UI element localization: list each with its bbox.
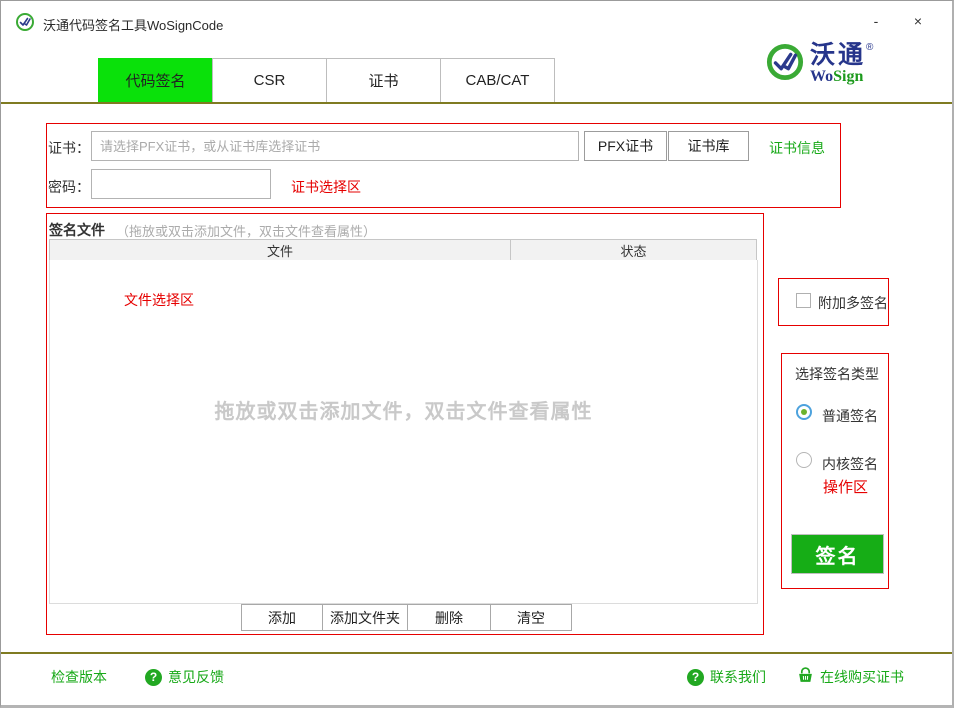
delete-button[interactable]: 删除: [407, 604, 491, 631]
window-title: 沃通代码签名工具WoSignCode: [43, 15, 223, 34]
contact-us-label: 联系我们: [710, 667, 766, 687]
logo-en-wo: Wo: [810, 68, 833, 85]
add-file-button[interactable]: 添加: [241, 604, 323, 631]
radio-kernel-sign-label: 内核签名: [822, 454, 878, 474]
buy-cert-label: 在线购买证书: [820, 667, 904, 687]
question-icon: ?: [687, 669, 704, 686]
cert-input[interactable]: [91, 131, 579, 161]
file-table-header: 文件 状态: [49, 239, 758, 261]
radio-normal-sign-label: 普通签名: [822, 406, 878, 426]
feedback-link[interactable]: ? 意见反馈: [145, 667, 224, 687]
logo-registered-mark: ®: [866, 42, 873, 53]
wosign-logo: 沃通® WoSign: [766, 43, 873, 86]
contact-us-link[interactable]: ? 联系我们: [687, 667, 766, 687]
cert-store-button[interactable]: 证书库: [668, 131, 749, 161]
footer-divider: [1, 652, 954, 654]
wosign-logo-text: 沃通® WoSign: [810, 43, 873, 85]
shopping-basket-icon: [797, 667, 814, 687]
password-label: 密码：: [48, 177, 90, 197]
tab-csr[interactable]: CSR: [212, 58, 327, 103]
cert-label: 证书：: [48, 138, 90, 158]
empty-list-hint: 拖放或双击添加文件，双击文件查看属性: [49, 395, 758, 424]
question-icon: ?: [145, 669, 162, 686]
file-section-title: 签名文件: [49, 220, 105, 240]
buy-cert-link[interactable]: 在线购买证书: [797, 667, 904, 687]
multi-sign-checkbox[interactable]: [796, 293, 811, 308]
tab-cab-cat[interactable]: CAB/CAT: [440, 58, 555, 103]
file-button-row: 添加 添加文件夹 删除 清空: [241, 604, 572, 631]
close-button[interactable]: ×: [901, 9, 935, 33]
operation-area-note: 操作区: [823, 476, 868, 497]
clear-button[interactable]: 清空: [490, 604, 572, 631]
pfx-cert-button[interactable]: PFX证书: [584, 131, 667, 161]
app-window: 沃通代码签名工具WoSignCode - × 代码签名 CSR 证书 CAB/C…: [0, 0, 954, 708]
logo-cn-text: 沃通: [810, 41, 866, 69]
title-bar: 沃通代码签名工具WoSignCode - ×: [1, 1, 952, 46]
logo-en-sign: Sign: [833, 68, 863, 85]
multi-sign-label: 附加多签名: [818, 293, 888, 313]
radio-kernel-sign[interactable]: [796, 452, 812, 468]
file-area-note: 文件选择区: [124, 290, 194, 310]
feedback-label: 意见反馈: [168, 667, 224, 687]
add-folder-button[interactable]: 添加文件夹: [322, 604, 408, 631]
sign-type-title: 选择签名类型: [795, 364, 879, 384]
file-section-hint: （拖放或双击添加文件，双击文件查看属性）: [116, 221, 376, 240]
check-version-link[interactable]: 检查版本: [51, 667, 107, 687]
app-logo-icon: [15, 12, 35, 32]
tab-cert[interactable]: 证书: [326, 58, 441, 103]
wosign-logo-icon: [766, 43, 804, 86]
tab-code-sign[interactable]: 代码签名: [98, 58, 213, 103]
column-header-status[interactable]: 状态: [510, 239, 757, 261]
password-input[interactable]: [91, 169, 271, 199]
tab-bar: 代码签名 CSR 证书 CAB/CAT: [98, 58, 555, 103]
sign-button[interactable]: 签名: [791, 534, 884, 574]
column-header-file[interactable]: 文件: [49, 239, 511, 261]
cert-info-link[interactable]: 证书信息: [769, 138, 825, 158]
cert-area-note: 证书选择区: [291, 177, 361, 197]
minimize-button[interactable]: -: [859, 9, 893, 33]
check-version-label: 检查版本: [51, 667, 107, 687]
tabbar-divider: [1, 102, 954, 104]
radio-normal-sign[interactable]: [796, 404, 812, 420]
file-drop-list[interactable]: [49, 260, 758, 604]
